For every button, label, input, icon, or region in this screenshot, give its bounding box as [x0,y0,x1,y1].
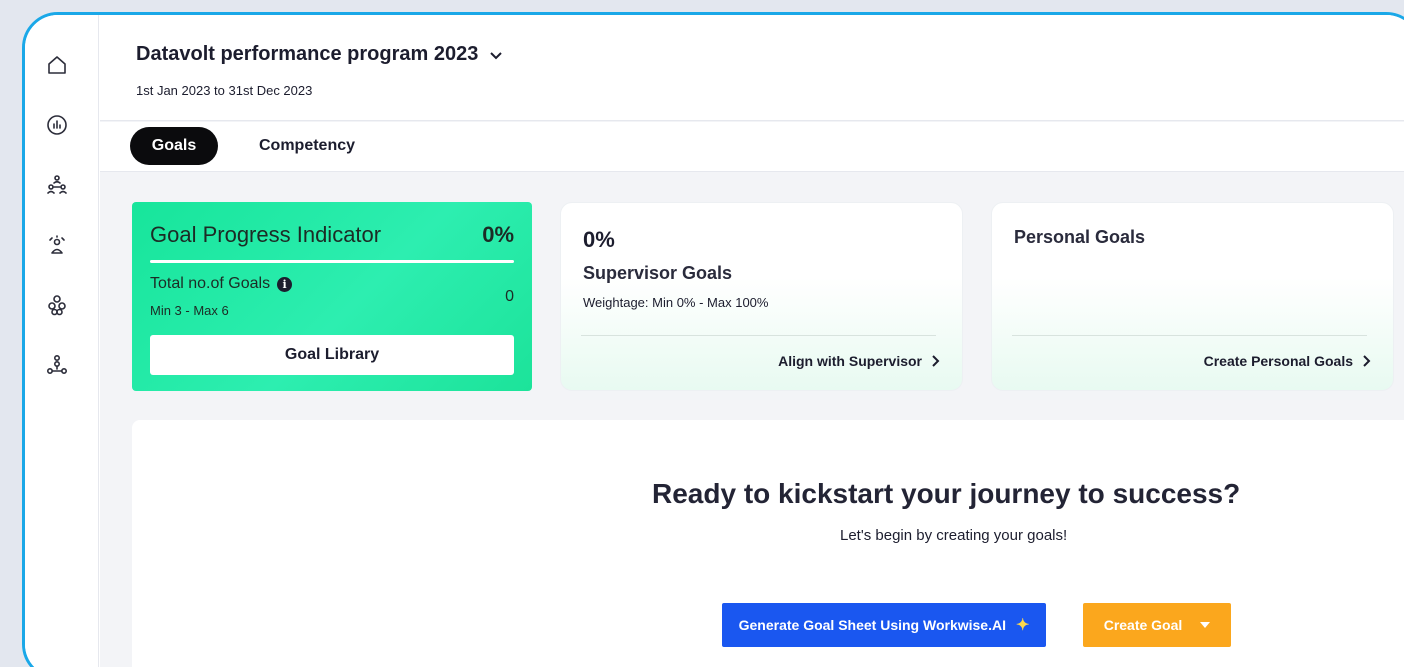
total-goals-count: 0 [505,288,514,305]
goal-progress-percent: 0% [482,222,514,247]
personal-goals-card: Personal Goals Create Personal Goals [991,202,1394,391]
supervisor-goals-card: 0% Supervisor Goals Weightage: Min 0% - … [560,202,963,391]
tab-bar: Goals Competency [100,122,1404,172]
goals-range: Min 3 - Max 6 [150,303,229,318]
modules-icon[interactable] [43,291,71,319]
tab-competency[interactable]: Competency [247,127,367,165]
analytics-icon[interactable] [43,111,71,139]
align-with-supervisor-label: Align with Supervisor [778,353,922,369]
create-goal-label: Create Goal [1103,617,1183,633]
team-icon[interactable] [43,171,71,199]
supervisor-weightage: Weightage: Min 0% - Max 100% [583,295,769,310]
goal-library-button[interactable]: Goal Library [150,335,514,375]
home-icon[interactable] [43,51,71,79]
personal-goals-title: Personal Goals [1014,227,1146,247]
empty-state-subhead: Let's begin by creating your goals! [840,527,1068,544]
chevron-right-icon [932,355,940,367]
progress-divider [150,260,514,263]
sidebar [25,15,99,667]
program-dates: 1st Jan 2023 to 31st Dec 2023 [136,83,313,98]
generate-goal-sheet-label: Generate Goal Sheet Using Workwise.AI [738,617,1006,633]
align-with-supervisor-link[interactable]: Align with Supervisor [778,353,940,369]
total-goals-label-row: Total no.of Goals i [150,275,293,293]
supervisor-goals-percent: 0% [583,227,615,252]
page-header: Datavolt performance program 2023 1st Ja… [100,15,1404,121]
create-personal-goals-link[interactable]: Create Personal Goals [1204,353,1371,369]
empty-state-headline: Ready to kickstart your journey to succe… [652,478,1241,509]
info-icon[interactable]: i [277,276,293,292]
supervisor-goals-title: Supervisor Goals [583,263,733,283]
card-divider [1012,335,1367,336]
create-goal-button[interactable]: Create Goal [1083,603,1231,647]
program-title: Datavolt performance program 2023 [136,43,479,65]
sparkle-icon: ✦ [1015,617,1030,634]
org-chart-icon[interactable] [43,351,71,379]
app-window: Datavolt performance program 2023 1st Ja… [22,12,1404,667]
create-personal-goals-label: Create Personal Goals [1203,353,1353,369]
card-divider [581,335,936,336]
main-content: Datavolt performance program 2023 1st Ja… [100,15,1404,667]
goal-progress-card: Goal Progress Indicator 0% Total no.of G… [132,202,532,391]
tab-goals[interactable]: Goals [130,127,218,165]
chevron-down-icon [490,51,503,59]
generate-goal-sheet-button[interactable]: Generate Goal Sheet Using Workwise.AI ✦ [722,603,1046,647]
chevron-right-icon [1363,355,1371,367]
caret-down-icon[interactable] [1200,622,1211,628]
goal-progress-title: Goal Progress Indicator [150,222,382,247]
total-goals-label: Total no.of Goals [150,275,271,292]
empty-state-panel: Ready to kickstart your journey to succe… [132,420,1404,667]
people-icon[interactable] [43,231,71,259]
program-selector[interactable]: Datavolt performance program 2023 [136,43,504,66]
